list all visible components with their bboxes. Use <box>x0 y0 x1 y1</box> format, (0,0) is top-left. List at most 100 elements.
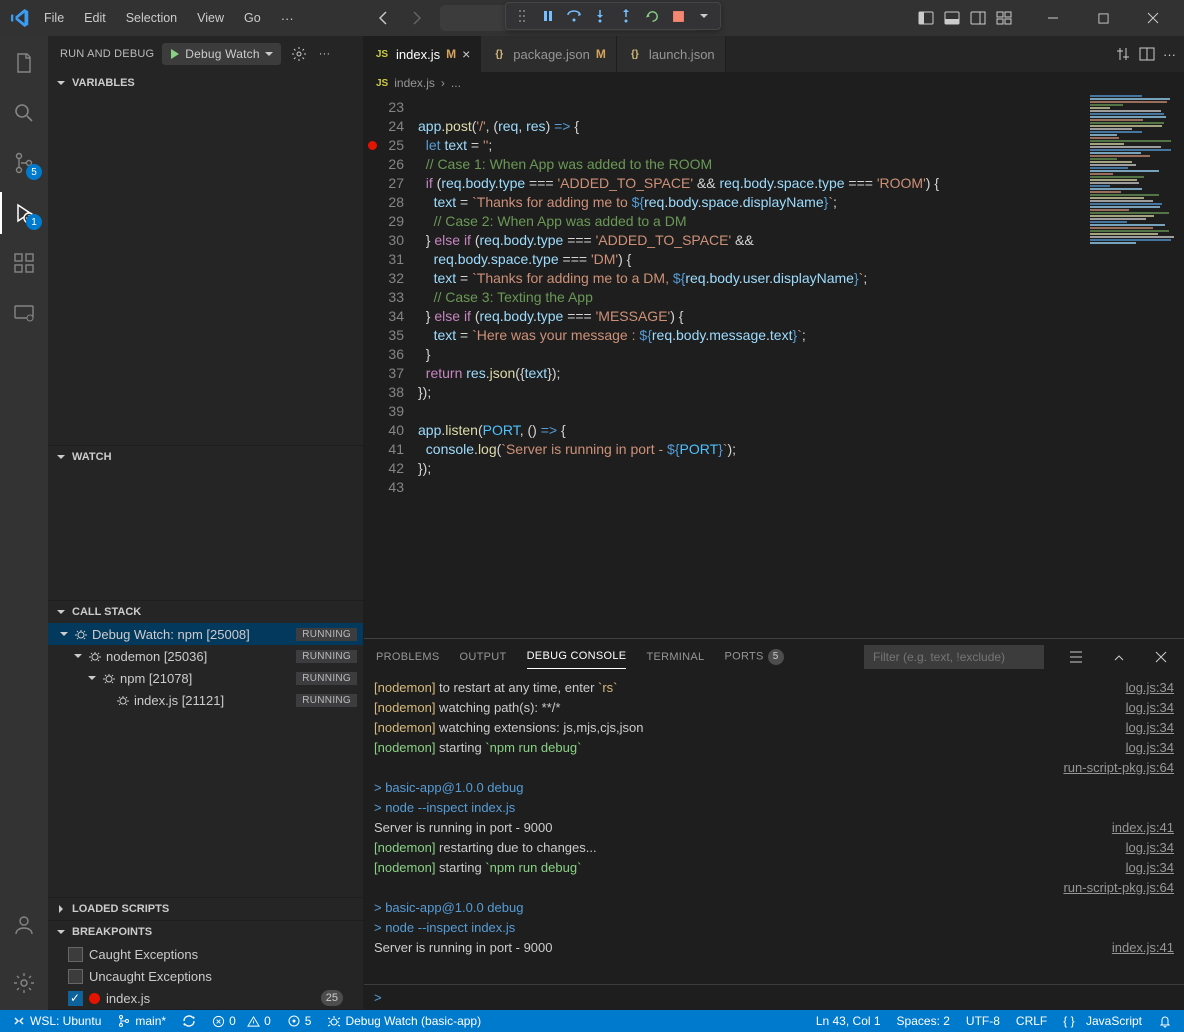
panel-tab-terminal[interactable]: TERMINAL <box>646 645 704 669</box>
debug-pause-icon[interactable] <box>536 4 560 28</box>
console-source-link[interactable]: log.js:34 <box>1126 678 1174 698</box>
window-close-icon[interactable] <box>1130 0 1176 36</box>
menu-more[interactable]: ··· <box>273 7 302 30</box>
section-variables[interactable]: VARIABLES <box>48 72 363 94</box>
code-editor[interactable]: 2324252627282930313233343536373839404142… <box>364 94 1184 638</box>
status-notifications-icon[interactable] <box>1154 1014 1176 1028</box>
console-source-link[interactable]: log.js:34 <box>1126 718 1174 738</box>
status-errors[interactable]: 0 0 <box>208 1014 275 1028</box>
nav-forward-icon[interactable] <box>402 4 430 32</box>
panel-maximize-icon[interactable] <box>1108 646 1130 668</box>
callstack-row[interactable]: npm [21078]RUNNING <box>48 667 363 689</box>
checkbox-icon[interactable] <box>68 947 83 962</box>
section-watch[interactable]: WATCH <box>48 446 363 468</box>
close-icon[interactable]: × <box>462 46 470 62</box>
tab-more-icon[interactable]: ··· <box>1163 47 1176 62</box>
activity-extensions-icon[interactable] <box>0 242 48 284</box>
bp-file-entry[interactable]: index.js25 <box>48 987 363 1009</box>
debug-step-over-icon[interactable] <box>562 4 586 28</box>
panel-tab-output[interactable]: OUTPUT <box>460 645 507 669</box>
editor-tab[interactable]: {}launch.json <box>617 36 726 72</box>
callstack-row[interactable]: Debug Watch: npm [25008]RUNNING <box>48 623 363 645</box>
status-ports[interactable]: 5 <box>283 1014 316 1028</box>
status-encoding[interactable]: UTF-8 <box>962 1014 1004 1028</box>
debug-stop-icon[interactable] <box>666 4 690 28</box>
status-branch[interactable]: main* <box>113 1014 170 1028</box>
section-callstack[interactable]: CALL STACK <box>48 601 363 623</box>
console-source-link[interactable]: run-script-pkg.js:64 <box>1063 758 1174 778</box>
debug-drag-icon[interactable] <box>510 4 534 28</box>
panel-close-icon[interactable] <box>1150 646 1172 668</box>
console-source-link[interactable]: run-script-pkg.js:64 <box>1063 878 1174 898</box>
debug-step-out-icon[interactable] <box>614 4 638 28</box>
activity-scm-icon[interactable]: 5 <box>0 142 48 184</box>
debug-toolbar[interactable] <box>505 2 721 30</box>
console-source-link[interactable]: log.js:34 <box>1126 858 1174 878</box>
launch-config-select[interactable]: Debug Watch <box>162 43 280 65</box>
panel-tree-icon[interactable] <box>1064 645 1088 669</box>
activity-debug-icon[interactable]: 1 <box>0 192 48 234</box>
line-gutter[interactable]: 2324252627282930313233343536373839404142… <box>364 94 418 638</box>
sidebar-more-icon[interactable]: ··· <box>317 46 333 62</box>
status-remote[interactable]: WSL: Ubuntu <box>8 1014 105 1028</box>
status-sync[interactable] <box>178 1014 200 1028</box>
window-minimize-icon[interactable] <box>1030 0 1076 36</box>
menu-file[interactable]: File <box>36 7 72 29</box>
console-source-link[interactable]: index.js:41 <box>1112 938 1174 958</box>
editor-tab[interactable]: {}package.jsonM <box>481 36 617 72</box>
layout-sidebar-right-icon[interactable] <box>966 6 990 30</box>
activity-bar: 5 1 <box>0 36 48 1010</box>
console-source-link[interactable]: log.js:34 <box>1126 738 1174 758</box>
debug-step-into-icon[interactable] <box>588 4 612 28</box>
callstack-row[interactable]: index.js [21121]RUNNING <box>48 689 363 711</box>
callstack-row[interactable]: nodemon [25036]RUNNING <box>48 645 363 667</box>
editor-tab[interactable]: JSindex.jsM× <box>364 36 481 72</box>
layout-sidebar-left-icon[interactable] <box>914 6 938 30</box>
checkbox-checked-icon[interactable] <box>68 991 83 1006</box>
menu-edit[interactable]: Edit <box>76 7 114 29</box>
minimap[interactable] <box>1084 94 1184 638</box>
chevron-down-icon <box>72 650 84 662</box>
panel-tab-ports[interactable]: PORTS5 <box>724 643 783 671</box>
activity-account-icon[interactable] <box>0 904 48 946</box>
status-debug[interactable]: Debug Watch (basic-app) <box>323 1014 485 1028</box>
layout-panel-icon[interactable] <box>940 6 964 30</box>
section-breakpoints[interactable]: BREAKPOINTS <box>48 921 363 943</box>
section-loaded-scripts[interactable]: LOADED SCRIPTS <box>48 898 363 920</box>
panel-tab-problems[interactable]: PROBLEMS <box>376 645 440 669</box>
activity-explorer-icon[interactable] <box>0 42 48 84</box>
debug-restart-icon[interactable] <box>640 4 664 28</box>
debug-dropdown-icon[interactable] <box>692 4 716 28</box>
debug-console-output[interactable]: [nodemon] to restart at any time, enter … <box>364 674 1184 984</box>
status-spaces[interactable]: Spaces: 2 <box>893 1014 954 1028</box>
breadcrumb[interactable]: JS index.js › ... <box>364 72 1184 94</box>
bp-uncaught-exceptions[interactable]: Uncaught Exceptions <box>48 965 363 987</box>
console-filter-input[interactable] <box>864 645 1044 669</box>
status-cursor[interactable]: Ln 43, Col 1 <box>812 1014 885 1028</box>
configure-gear-icon[interactable] <box>289 44 309 64</box>
split-editor-icon[interactable] <box>1139 46 1155 62</box>
console-source-link[interactable]: index.js:41 <box>1112 818 1174 838</box>
activity-settings-icon[interactable] <box>0 962 48 1004</box>
chevron-down-icon <box>54 450 68 464</box>
window-maximize-icon[interactable] <box>1080 0 1126 36</box>
menu-go[interactable]: Go <box>236 7 269 29</box>
layout-customize-icon[interactable] <box>992 6 1016 30</box>
bug-icon <box>88 649 102 663</box>
console-source-link[interactable]: log.js:34 <box>1126 698 1174 718</box>
activity-remote-icon[interactable] <box>0 292 48 334</box>
status-eol[interactable]: CRLF <box>1012 1014 1051 1028</box>
debug-console-input[interactable]: > <box>364 984 1184 1010</box>
status-language[interactable]: { } JavaScript <box>1059 1014 1146 1028</box>
activity-search-icon[interactable] <box>0 92 48 134</box>
code-content[interactable]: app.post('/', (req, res) => { let text =… <box>418 94 1184 638</box>
menu-selection[interactable]: Selection <box>118 7 185 29</box>
checkbox-icon[interactable] <box>68 969 83 984</box>
panel-tab-debug-console[interactable]: DEBUG CONSOLE <box>527 644 627 669</box>
compare-changes-icon[interactable] <box>1115 46 1131 62</box>
console-source-link[interactable]: log.js:34 <box>1126 838 1174 858</box>
bp-caught-exceptions[interactable]: Caught Exceptions <box>48 943 363 965</box>
menu-view[interactable]: View <box>189 7 232 29</box>
nav-back-icon[interactable] <box>370 4 398 32</box>
js-file-icon: JS <box>374 46 390 62</box>
